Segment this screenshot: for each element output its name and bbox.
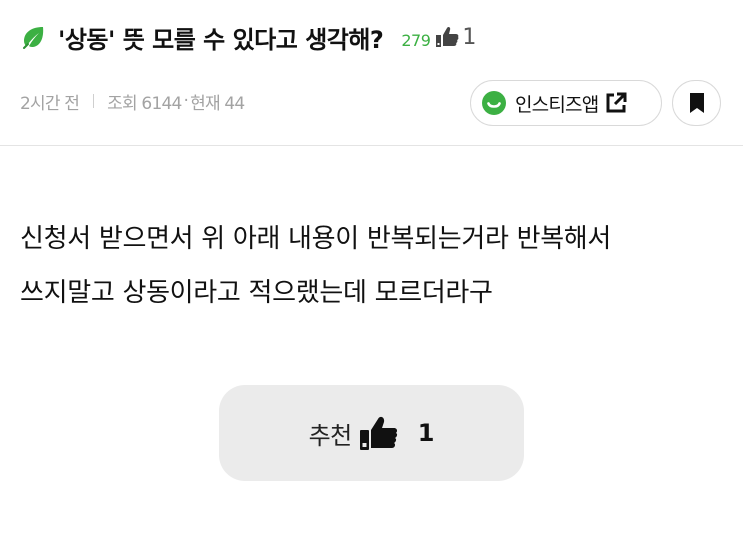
recommend-count: 1 [417, 419, 435, 447]
bookmark-icon [689, 93, 704, 113]
meta-divider [93, 94, 95, 108]
body-line: 신청서 받으면서 위 아래 내용이 반복되는거라 반복해서 [20, 224, 612, 254]
insta-logo-icon [482, 91, 506, 115]
bookmark-button[interactable] [672, 80, 721, 126]
recommend-button[interactable]: 추천 1 [219, 385, 524, 481]
leaf-icon [23, 27, 44, 49]
current-viewers: 현재 44 [190, 93, 245, 114]
external-link-icon [606, 92, 627, 113]
post-title: '상동' 뜻 모를 수 있다고 생각해? [58, 25, 384, 54]
recommend-label: 추천 [308, 421, 353, 450]
comment-count[interactable]: 279 [401, 31, 431, 50]
like-count: 1 [462, 24, 477, 50]
meta-dot: · [183, 91, 189, 111]
thumbs-up-icon [436, 26, 459, 47]
body-line: 쓰지말고 상동이라고 적으랬는데 모르더라구 [20, 278, 493, 308]
view-count: 조회 6144 [107, 93, 182, 114]
instiz-app-label: 인스티즈앱 [515, 93, 599, 116]
title-row: '상동' 뜻 모를 수 있다고 생각해? 279 1 [20, 18, 476, 56]
time-ago: 2시간 전 [20, 93, 80, 114]
thumbs-up-icon [359, 416, 397, 450]
post-header: '상동' 뜻 모를 수 있다고 생각해? 279 1 2시간 전 조회 6144… [0, 0, 743, 146]
instiz-app-button[interactable]: 인스티즈앱 [470, 80, 662, 126]
post-body: 신청서 받으면서 위 아래 내용이 반복되는거라 반복해서 쓰지말고 상동이라고… [20, 212, 730, 320]
post-meta: 2시간 전 조회 6144 · 현재 44 [20, 88, 245, 114]
